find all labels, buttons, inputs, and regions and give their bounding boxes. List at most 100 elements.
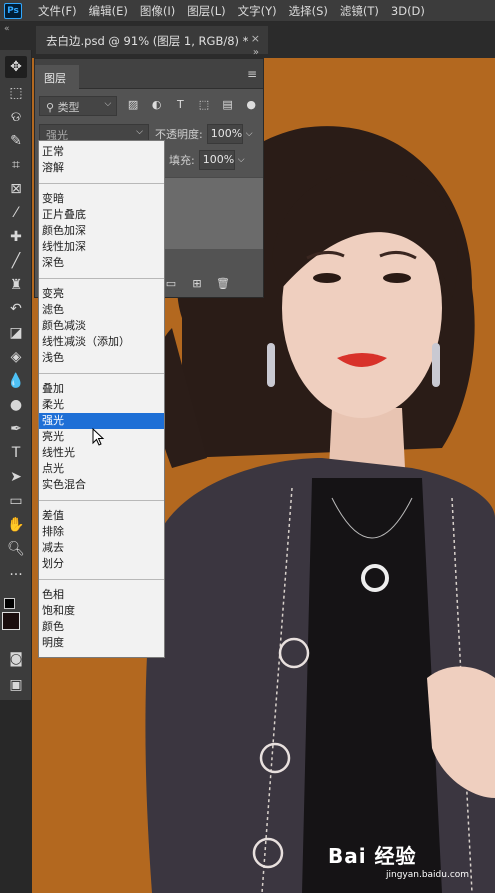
blend-mode-option[interactable]: 叠加 (39, 381, 164, 397)
shape-filter-icon[interactable]: ⬚ (196, 98, 212, 114)
blend-mode-option[interactable]: 饱和度 (39, 603, 164, 619)
fill-row: 填充: 100% ⌵ (163, 149, 245, 171)
menu-bar: Ps 文件(F) 编辑(E) 图像(I) 图层(L) 文字(Y) 选择(S) 滤… (0, 0, 495, 22)
type-filter-icon[interactable]: T (173, 98, 189, 114)
blend-mode-option[interactable]: 线性加深 (39, 239, 164, 255)
pen-tool-icon[interactable]: ✒ (5, 418, 27, 440)
blend-mode-option[interactable]: 正片叠底 (39, 207, 164, 223)
path-select-tool-icon[interactable]: ➤ (5, 466, 27, 488)
chevron-down-icon: ⌵ (104, 99, 112, 109)
blend-mode-option[interactable]: 变亮 (39, 286, 164, 302)
blend-mode-option[interactable]: 颜色减淡 (39, 318, 164, 334)
filter-toggle-icon[interactable]: ● (243, 98, 259, 114)
collapse-toolbar-icon[interactable]: « (4, 24, 10, 34)
foreground-color-swatch[interactable] (2, 612, 20, 630)
mouse-cursor-icon (92, 428, 105, 446)
blend-mode-option[interactable]: 强光 (39, 413, 164, 429)
blend-mode-option[interactable]: 浅色 (39, 350, 164, 366)
healing-brush-tool-icon[interactable]: ✚ (5, 226, 27, 248)
opacity-input[interactable]: 100% (206, 124, 243, 144)
adjustment-filter-icon[interactable]: ◐ (149, 98, 165, 114)
group-folder-icon[interactable]: ▭ (163, 277, 179, 290)
chevron-down-icon: ⌵ (136, 127, 143, 137)
layer-filter-select[interactable]: ⚲ 类型 ⌵ (39, 96, 118, 116)
blend-mode-option[interactable]: 排除 (39, 524, 164, 540)
menu-image[interactable]: 图像(I) (140, 3, 175, 19)
marquee-tool-icon[interactable]: ⬚ (5, 82, 27, 104)
blend-mode-option[interactable]: 明度 (39, 635, 164, 651)
eraser-tool-icon[interactable]: ◪ (5, 322, 27, 344)
quick-mask-icon[interactable]: ◙ (5, 648, 27, 670)
quick-select-tool-icon[interactable]: ✎ (5, 130, 27, 152)
blend-mode-option[interactable]: 色相 (39, 587, 164, 603)
blend-mode-dropdown: 正常 溶解变暗 正片叠底 颜色加深 线性加深 深色变亮 滤色 颜色减淡 线性减淡（添加） 浅色叠加… (38, 140, 165, 658)
menu-layer[interactable]: 图层(L) (187, 3, 225, 19)
trash-icon[interactable]: 🗑︎ (215, 277, 231, 290)
shape-tool-icon[interactable]: ▭ (5, 490, 27, 512)
paint-bucket-tool-icon[interactable]: ◈ (5, 346, 27, 368)
panel-menu-icon[interactable]: ≡ (247, 67, 257, 81)
dodge-tool-icon[interactable]: ● (5, 394, 27, 416)
tab-layers[interactable]: 图层 (35, 65, 79, 89)
default-colors-icon[interactable] (4, 598, 15, 609)
blend-mode-option[interactable]: 差值 (39, 508, 164, 524)
menu-separator (39, 579, 164, 580)
blend-mode-option[interactable]: 线性减淡（添加） (39, 334, 164, 350)
opacity-chevron-icon[interactable]: ⌵ (246, 129, 253, 139)
blend-mode-option[interactable]: 线性光 (39, 445, 164, 461)
blur-tool-icon[interactable]: 💧 (5, 370, 27, 392)
menu-separator (39, 500, 164, 501)
lasso-tool-icon[interactable]: ଡ (5, 106, 27, 128)
panel-collapse-icon[interactable]: » (253, 47, 259, 58)
layer-filter-label: 类型 (57, 101, 80, 114)
menu-edit[interactable]: 编辑(E) (89, 3, 128, 19)
menu-separator (39, 183, 164, 184)
blend-mode-option[interactable]: 溶解 (39, 160, 164, 176)
search-icon: ⚲ (46, 101, 55, 114)
smart-object-filter-icon[interactable]: ▤ (220, 98, 236, 114)
blend-mode-option[interactable]: 柔光 (39, 397, 164, 413)
type-tool-icon[interactable]: T (5, 442, 27, 464)
blend-mode-option[interactable]: 深色 (39, 255, 164, 271)
close-tab-icon[interactable]: × (251, 32, 260, 45)
menu-file[interactable]: 文件(F) (38, 3, 77, 19)
crop-tool-icon[interactable]: ⌗ (5, 154, 27, 176)
menu-select[interactable]: 选择(S) (289, 3, 328, 19)
new-layer-icon[interactable]: ⊞ (189, 277, 205, 290)
layer-filter-row: ⚲ 类型 ⌵ ▨ ◐ T ⬚ ▤ ● (39, 95, 259, 117)
layer-row[interactable] (163, 177, 263, 249)
blend-mode-option[interactable]: 减去 (39, 540, 164, 556)
layers-panel-header: » 图层 ≡ (35, 47, 263, 89)
zoom-tool-icon[interactable]: 🔍︎ (5, 538, 27, 560)
fill-input[interactable]: 100% (198, 150, 235, 170)
baidu-jingyan-watermark: Bai 经验 jingyan.baidu.com (328, 840, 488, 886)
menu-filter[interactable]: 滤镜(T) (340, 3, 379, 19)
hand-tool-icon[interactable]: ✋ (5, 514, 27, 536)
watermark-logo: Bai 经验 (328, 844, 417, 868)
move-tool-icon[interactable]: ✥ (5, 56, 27, 78)
blend-mode-option[interactable]: 颜色 (39, 619, 164, 635)
history-brush-tool-icon[interactable]: ↶ (5, 298, 27, 320)
tools-panel: ✥ ⬚ ଡ ✎ ⌗ ⊠ ⁄ ✚ ╱ ♜ ↶ ◪ ◈ 💧 ● ✒ T ➤ ▭ ✋ … (0, 50, 32, 700)
document-tab-bar: « 去白边.psd @ 91% (图层 1, RGB/8) * × (0, 22, 495, 58)
document-tab[interactable]: 去白边.psd @ 91% (图层 1, RGB/8) * × (36, 26, 268, 54)
blend-mode-option[interactable]: 正常 (39, 144, 164, 160)
menu-type[interactable]: 文字(Y) (238, 3, 277, 19)
blend-mode-option[interactable]: 划分 (39, 556, 164, 572)
menu-3d[interactable]: 3D(D) (391, 4, 425, 18)
brush-tool-icon[interactable]: ╱ (5, 250, 27, 272)
watermark-url: jingyan.baidu.com (386, 870, 470, 880)
blend-mode-option[interactable]: 变暗 (39, 191, 164, 207)
more-tools-icon[interactable]: ··· (5, 564, 27, 586)
blend-mode-option[interactable]: 颜色加深 (39, 223, 164, 239)
pixel-filter-icon[interactable]: ▨ (125, 98, 141, 114)
blend-mode-option[interactable]: 滤色 (39, 302, 164, 318)
blend-mode-option[interactable]: 实色混合 (39, 477, 164, 493)
blend-mode-option[interactable]: 点光 (39, 461, 164, 477)
fill-chevron-icon[interactable]: ⌵ (238, 155, 245, 165)
screen-mode-icon[interactable]: ▣ (5, 674, 27, 696)
photoshop-logo: Ps (4, 2, 22, 19)
stamp-tool-icon[interactable]: ♜ (5, 274, 27, 296)
eyedropper-tool-icon[interactable]: ⁄ (5, 202, 27, 224)
frame-tool-icon[interactable]: ⊠ (5, 178, 27, 200)
